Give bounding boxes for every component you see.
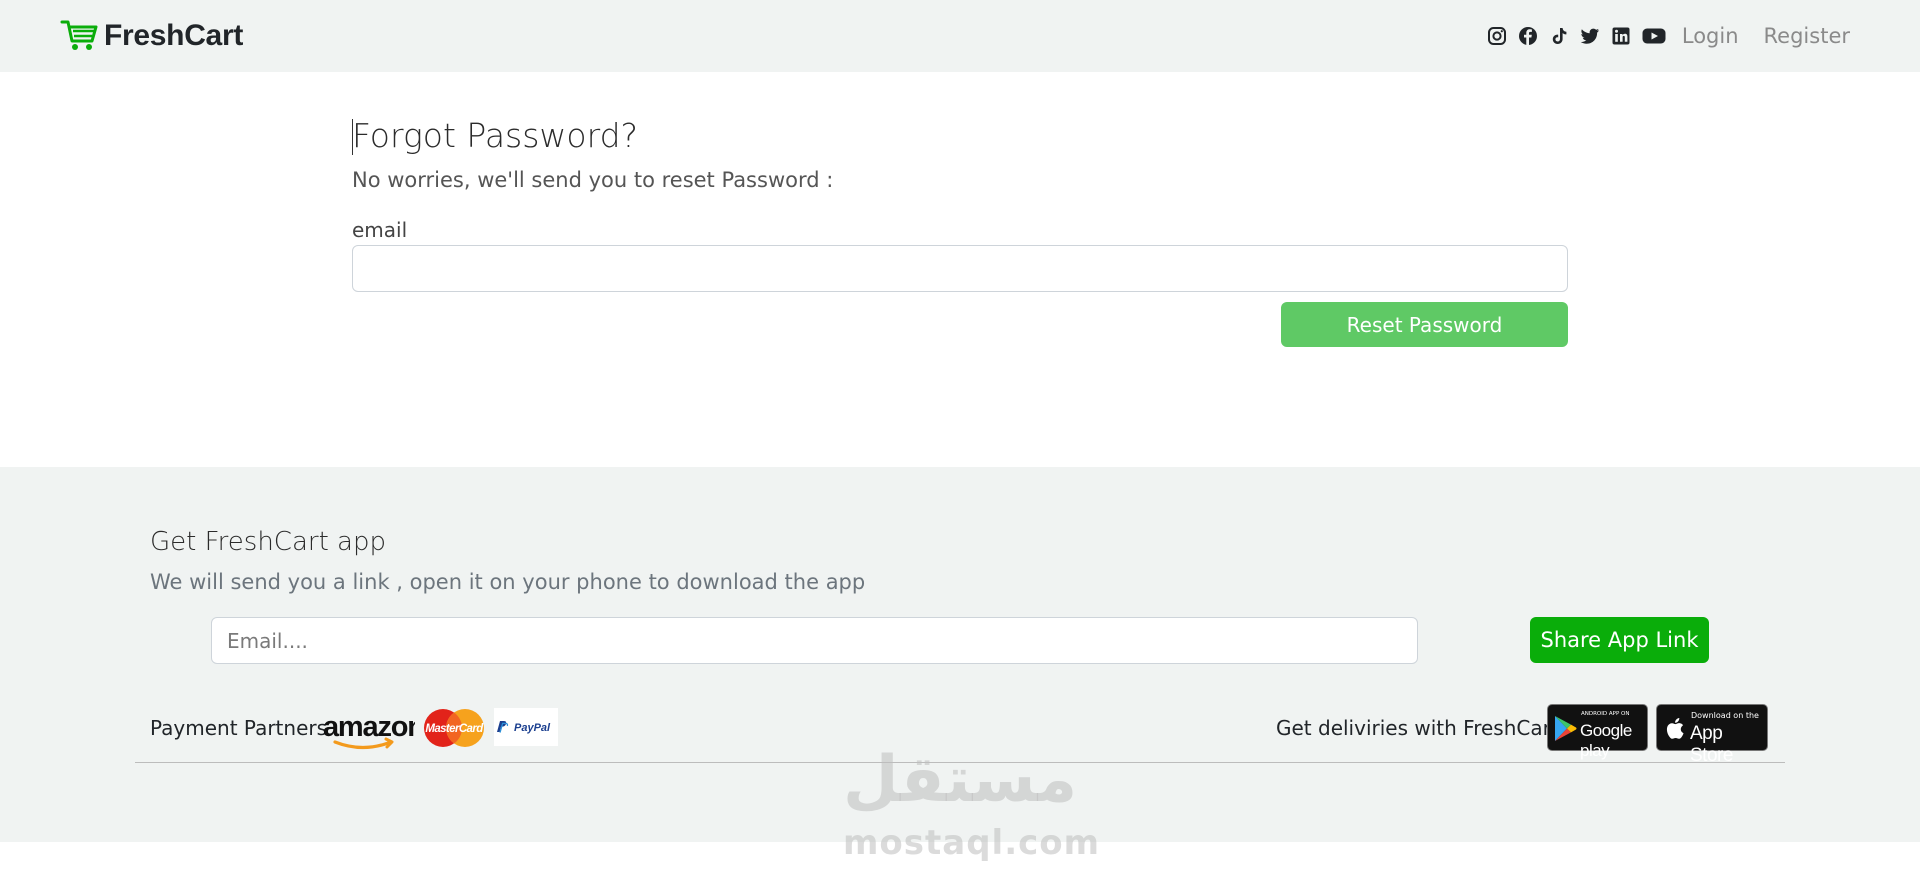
mastercard-logo: MasterCard xyxy=(424,709,485,747)
payment-partners-label: Payment Partners xyxy=(150,716,328,740)
app-title: Get FreshCart app xyxy=(150,527,386,557)
share-email-input[interactable] xyxy=(211,617,1418,664)
reset-password-button[interactable]: Reset Password xyxy=(1281,302,1568,347)
amazon-logo: amazon xyxy=(323,711,415,750)
amazon-logo-text: amazon xyxy=(323,711,415,743)
paypal-logo-text: PayPal xyxy=(514,722,551,734)
twitter-icon[interactable] xyxy=(1580,26,1600,46)
brand-name: FreshCart xyxy=(104,19,244,52)
app-store-small-text: Download on the xyxy=(1691,711,1759,720)
share-app-link-button[interactable]: Share App Link xyxy=(1530,617,1709,663)
google-play-icon xyxy=(1555,716,1577,741)
watermark-arabic: مستقل xyxy=(843,743,1078,817)
page-title: Forgot Password? xyxy=(352,116,639,155)
login-link[interactable]: Login xyxy=(1682,24,1739,48)
deliveries-label: Get deliviries with FreshCart xyxy=(1276,716,1559,740)
instagram-icon[interactable] xyxy=(1487,26,1507,46)
linkedin-icon[interactable] xyxy=(1611,26,1631,46)
register-link[interactable]: Register xyxy=(1764,24,1850,48)
app-store-text: App Store xyxy=(1690,723,1733,766)
app-subtitle: We will send you a link , open it on you… xyxy=(150,570,866,594)
watermark-latin: mostaql.com xyxy=(843,823,1101,863)
email-field[interactable] xyxy=(352,245,1568,292)
paypal-logo: PayPal xyxy=(494,708,558,746)
apple-icon xyxy=(1666,718,1684,739)
email-label: email xyxy=(352,218,408,242)
youtube-icon[interactable] xyxy=(1642,26,1666,46)
navbar: FreshCart Login Register xyxy=(0,0,1920,72)
brand-logo[interactable]: FreshCart xyxy=(60,17,243,55)
nav-right: Login Register xyxy=(1487,20,1850,52)
facebook-icon[interactable] xyxy=(1518,26,1538,46)
mastercard-logo-text: MasterCard xyxy=(425,723,484,735)
app-store-badge[interactable]: Download on the App Store xyxy=(1656,704,1768,766)
google-play-badge[interactable]: ANDROID APP ON Google play xyxy=(1547,704,1648,760)
page-subtitle: No worries, we'll send you to reset Pass… xyxy=(352,168,834,192)
tiktok-icon[interactable] xyxy=(1549,26,1569,46)
google-play-small-text: ANDROID APP ON xyxy=(1581,711,1630,717)
google-play-text: Google play xyxy=(1580,721,1632,760)
cart-icon xyxy=(60,20,98,50)
